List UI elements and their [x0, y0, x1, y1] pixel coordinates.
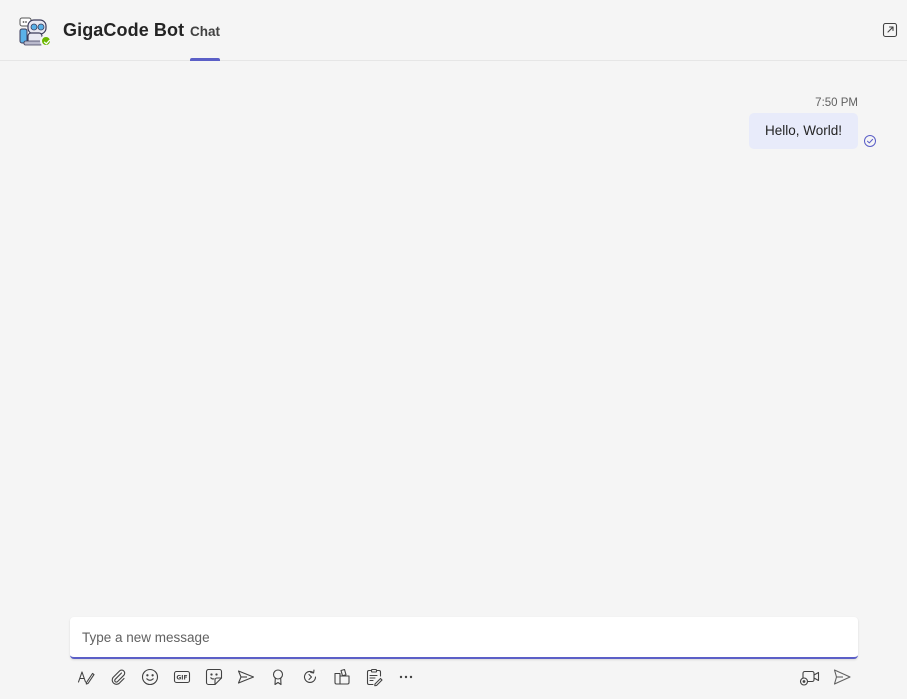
pop-out-icon[interactable] [880, 20, 900, 40]
send-icon[interactable] [831, 666, 853, 688]
forms-icon[interactable] [363, 666, 385, 688]
message-timestamp: 7:50 PM [815, 97, 858, 109]
tab-chat-label: Chat [190, 24, 220, 39]
tab-chat[interactable]: Chat [190, 0, 220, 61]
praise-icon[interactable] [267, 666, 289, 688]
presence-available-icon [40, 35, 52, 47]
video-clip-icon[interactable] [799, 666, 821, 688]
chat-window: GigaCode Bot Chat 7:50 PM Hello, World! [0, 0, 907, 699]
sticker-icon[interactable] [203, 666, 225, 688]
format-icon[interactable] [75, 666, 97, 688]
schedule-meeting-icon[interactable] [235, 666, 257, 688]
gif-icon[interactable]: GIF [171, 666, 193, 688]
message-input[interactable] [70, 617, 858, 657]
bot-name-title: GigaCode Bot [63, 20, 185, 40]
svg-text:GIF: GIF [176, 675, 187, 682]
emoji-icon[interactable] [139, 666, 161, 688]
loop-icon[interactable] [299, 666, 321, 688]
message-bubble[interactable]: Hello, World! [748, 113, 858, 149]
compose-box [70, 617, 858, 659]
more-options-icon[interactable] [395, 666, 417, 688]
apps-icon[interactable] [331, 666, 353, 688]
tab-active-indicator [190, 58, 220, 61]
chat-header: GigaCode Bot Chat [0, 0, 907, 61]
read-receipt-icon [863, 134, 877, 148]
attach-icon[interactable] [107, 666, 129, 688]
